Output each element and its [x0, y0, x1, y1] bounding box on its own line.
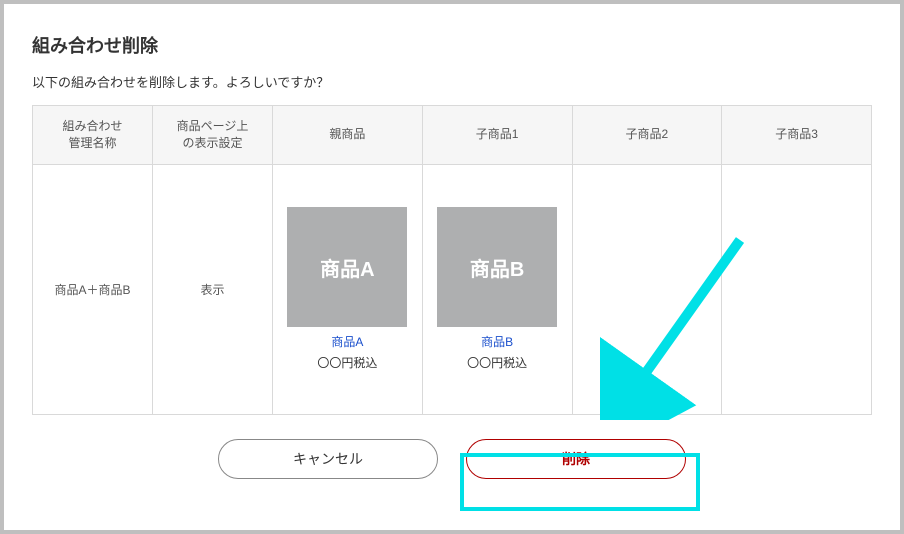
dialog-title: 組み合わせ削除	[32, 32, 872, 58]
product-link-parent[interactable]: 商品A	[279, 333, 416, 350]
dialog-subtitle: 以下の組み合わせを削除します。よろしいですか？	[32, 72, 872, 91]
product-price-parent: 〇〇円税込	[279, 354, 416, 371]
table-row: 商品A＋商品B 表示 商品A 商品A 〇〇円税込 商品B 商品B 〇〇円税込	[33, 164, 872, 414]
cell-display: 表示	[153, 164, 273, 414]
cell-parent: 商品A 商品A 〇〇円税込	[273, 164, 423, 414]
product-link-child1[interactable]: 商品B	[429, 333, 566, 350]
cell-child3-empty	[722, 164, 872, 414]
product-image-placeholder: 商品B	[437, 207, 557, 327]
button-row: キャンセル 削除	[32, 439, 872, 479]
cell-child2-empty	[572, 164, 722, 414]
delete-button[interactable]: 削除	[466, 439, 686, 479]
delete-confirm-dialog: 組み合わせ削除 以下の組み合わせを削除します。よろしいですか？ 組み合わせ管理名…	[4, 4, 900, 530]
cell-child1: 商品B 商品B 〇〇円税込	[422, 164, 572, 414]
th-child1: 子商品1	[422, 106, 572, 165]
product-price-child1: 〇〇円税込	[429, 354, 566, 371]
cell-name: 商品A＋商品B	[33, 164, 153, 414]
th-name: 組み合わせ管理名称	[33, 106, 153, 165]
th-parent: 親商品	[273, 106, 423, 165]
th-display: 商品ページ上の表示設定	[153, 106, 273, 165]
product-image-placeholder: 商品A	[287, 207, 407, 327]
th-child2: 子商品2	[572, 106, 722, 165]
th-child3: 子商品3	[722, 106, 872, 165]
combination-table: 組み合わせ管理名称 商品ページ上の表示設定 親商品 子商品1 子商品2 子商品3…	[32, 105, 872, 415]
cancel-button[interactable]: キャンセル	[218, 439, 438, 479]
